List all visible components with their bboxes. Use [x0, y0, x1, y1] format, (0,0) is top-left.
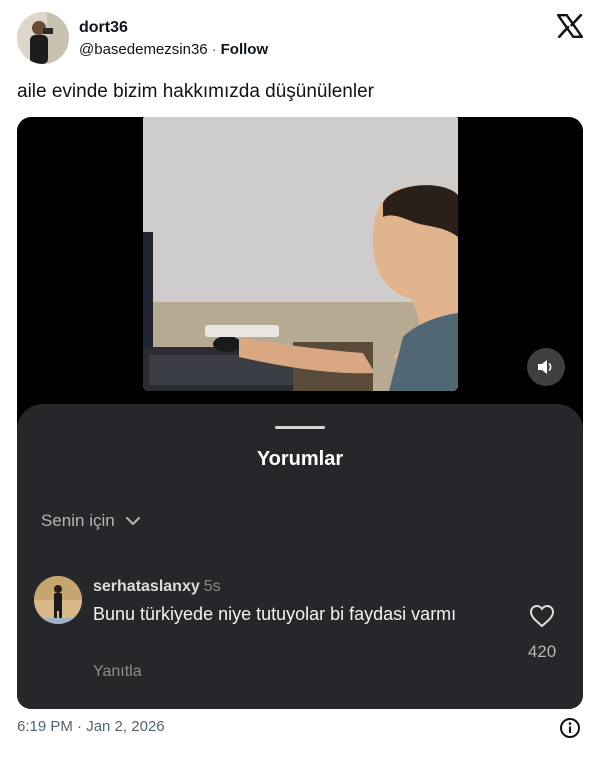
chevron-down-icon — [125, 517, 140, 525]
author-display-name[interactable]: dort36 — [79, 18, 268, 38]
x-logo-icon[interactable] — [557, 14, 583, 38]
follow-button[interactable]: Follow — [221, 41, 269, 58]
comments-title: Yorumlar — [256, 448, 344, 470]
filter-label: Senin için — [41, 511, 115, 530]
reply-button[interactable]: Yanıtla — [93, 663, 142, 681]
tweet-header: dort36 @basedemezsin36 · Follow — [17, 12, 583, 68]
heart-icon[interactable] — [529, 604, 555, 628]
like-count: 420 — [527, 642, 557, 661]
sheet-grabber[interactable] — [275, 426, 325, 429]
author-handle[interactable]: @basedemezsin36 — [79, 41, 208, 58]
separator-dot: · — [211, 41, 217, 58]
author-avatar[interactable] — [17, 12, 69, 64]
mute-button[interactable] — [527, 348, 565, 386]
tweet-timestamp[interactable]: 6:19 PM · Jan 2, 2026 — [17, 718, 165, 735]
comment-username[interactable]: serhataslanxy — [93, 578, 200, 595]
info-icon[interactable] — [559, 717, 581, 739]
tweet-footer: 6:19 PM · Jan 2, 2026 — [17, 717, 583, 739]
comment-filter-dropdown[interactable]: Senin için — [41, 511, 141, 531]
tweet-text: aile evinde bizim hakkımızda düşünülenle… — [17, 81, 374, 102]
comment-username-row: serhataslanxy 5s — [93, 578, 221, 596]
speaker-icon — [538, 360, 552, 374]
comment-text: Bunu türkiyede niye tutuyolar bi faydasi… — [93, 604, 457, 624]
comment-time: 5s — [203, 578, 221, 595]
video-frame[interactable] — [143, 117, 458, 391]
commenter-avatar[interactable] — [34, 576, 82, 624]
comments-sheet: Yorumlar Senin için serhataslanxy 5s Bunu… — [17, 404, 583, 709]
tweet-media[interactable]: Yorumlar Senin için serhataslanxy 5s Bunu… — [17, 117, 583, 709]
